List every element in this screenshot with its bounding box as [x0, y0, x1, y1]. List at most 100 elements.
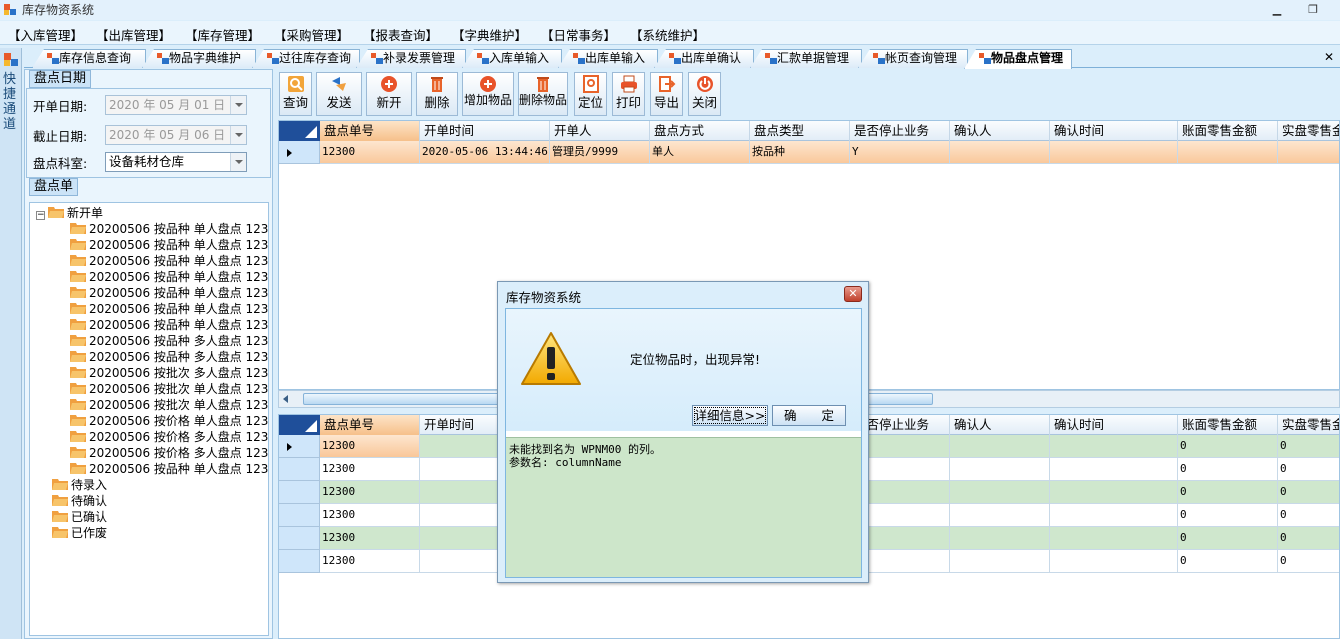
toolbar-add-item-button[interactable]: 增加物品	[462, 72, 514, 116]
table-cell[interactable]: 12300	[320, 527, 420, 550]
tree-node[interactable]: 已确认	[52, 509, 107, 525]
table-cell[interactable]	[950, 141, 1050, 164]
tree-node[interactable]: 已作废	[52, 525, 107, 541]
tree-node[interactable]: 待录入	[52, 477, 107, 493]
row-header[interactable]	[279, 527, 320, 550]
tree-item[interactable]: 20200506 按价格 多人盘点 12314	[70, 429, 268, 445]
table-cell[interactable]: 0	[1278, 435, 1339, 458]
tree-item[interactable]: 20200506 按价格 多人盘点 12315	[70, 445, 268, 461]
table-cell[interactable]: 0	[1178, 435, 1278, 458]
toolbar-trash-button[interactable]: 删除	[416, 72, 458, 116]
column-header[interactable]: 确认时间	[1050, 415, 1178, 435]
close-tab-icon[interactable]: ✕	[1324, 50, 1334, 64]
tree-item[interactable]: 20200506 按品种 单人盘点 12317	[70, 461, 268, 477]
table-cell[interactable]	[1050, 458, 1178, 481]
table-cell[interactable]: 0	[1178, 504, 1278, 527]
toolbar-locate-button[interactable]: 定位	[574, 72, 607, 116]
table-cell[interactable]: 12300	[320, 141, 420, 164]
tab-outbound-entry[interactable]: 出库单输入	[558, 49, 658, 68]
restore-button[interactable]: ❐	[1302, 1, 1324, 18]
column-header[interactable]: 实盘零售金	[1278, 415, 1339, 435]
menu-inbound[interactable]: 【入库管理】	[8, 25, 83, 44]
table-row[interactable]: 12300 2020-05-06 13:44:46 管理员/9999 单人 按品种 Y	[279, 141, 1339, 164]
tab-outbound-confirm[interactable]: 出库单确认	[654, 49, 754, 68]
toolbar-delete-item-button[interactable]: 删除物品	[518, 72, 568, 116]
table-cell[interactable]: Y	[850, 141, 950, 164]
table-cell[interactable]	[950, 458, 1050, 481]
column-header[interactable]: 盘点方式	[650, 121, 750, 141]
tab-inventory-query[interactable]: 库存信息查询	[32, 49, 146, 68]
minimize-button[interactable]: ▁	[1266, 1, 1288, 18]
toolbar-add-button[interactable]: 新开	[366, 72, 412, 116]
table-cell[interactable]: 管理员/9999	[550, 141, 650, 164]
tree-item[interactable]: 20200506 按价格 单人盘点 12313	[70, 413, 268, 429]
tree-item[interactable]: 20200506 按品种 单人盘点 12304	[70, 285, 268, 301]
table-cell[interactable]: 12300	[320, 481, 420, 504]
dialog-close-button[interactable]: ✕	[844, 286, 862, 302]
start-date-picker[interactable]: 2020 年 05 月 01 日	[105, 95, 247, 115]
table-cell[interactable]	[950, 527, 1050, 550]
toolbar-export-button[interactable]: 导出	[650, 72, 683, 116]
menu-dictionary[interactable]: 【字典维护】	[452, 25, 527, 44]
table-cell[interactable]	[1178, 141, 1278, 164]
column-header[interactable]: 是否停止业务	[850, 121, 950, 141]
tree-node-new[interactable]: − 新开单	[36, 205, 103, 221]
table-cell[interactable]: 12300	[320, 458, 420, 481]
tab-stocktake[interactable]: 物品盘点管理	[964, 49, 1072, 69]
details-button[interactable]: 详细信息>>	[692, 405, 768, 426]
column-header[interactable]: 盘点类型	[750, 121, 850, 141]
tree-item[interactable]: 20200506 按品种 单人盘点 12306	[70, 317, 268, 333]
table-cell[interactable]: 按品种	[750, 141, 850, 164]
table-cell[interactable]: 0	[1278, 527, 1339, 550]
row-header[interactable]	[279, 504, 320, 527]
table-cell[interactable]	[950, 504, 1050, 527]
tree-item[interactable]: 20200506 按批次 单人盘点 12311	[70, 381, 268, 397]
tree-node[interactable]: 待确认	[52, 493, 107, 509]
menu-reports[interactable]: 【报表查询】	[363, 25, 438, 44]
start-date-dropdown[interactable]	[230, 96, 246, 114]
tree-item[interactable]: 20200506 按品种 单人盘点 12302	[70, 253, 268, 269]
tree-item[interactable]: 20200506 按品种 多人盘点 12308	[70, 349, 268, 365]
table-cell[interactable]	[1050, 550, 1178, 573]
tab-remittance[interactable]: 汇款单据管理	[750, 49, 862, 68]
table-cell[interactable]	[1050, 481, 1178, 504]
row-header[interactable]	[279, 550, 320, 573]
column-header[interactable]: 账面零售金额	[1178, 415, 1278, 435]
table-cell[interactable]	[1278, 141, 1339, 164]
end-date-picker[interactable]: 2020 年 05 月 06 日	[105, 125, 247, 145]
table-cell[interactable]: 0	[1178, 458, 1278, 481]
table-cell[interactable]: 12300	[320, 504, 420, 527]
table-cell[interactable]	[950, 481, 1050, 504]
table-cell[interactable]: 0	[1278, 550, 1339, 573]
table-cell[interactable]	[1050, 527, 1178, 550]
table-cell[interactable]	[950, 435, 1050, 458]
menu-daily[interactable]: 【日常事务】	[541, 25, 616, 44]
column-header[interactable]: 盘点单号	[320, 121, 420, 141]
table-cell[interactable]: 0	[1278, 481, 1339, 504]
toolbar-search-button[interactable]: 查询	[279, 72, 312, 116]
toolbar-power-button[interactable]: 关闭	[688, 72, 721, 116]
column-header[interactable]: 确认人	[950, 415, 1050, 435]
row-header[interactable]	[279, 141, 320, 164]
toolbar-send-button[interactable]: 发送	[316, 72, 362, 116]
column-header[interactable]: 盘点单号	[320, 415, 420, 435]
table-cell[interactable]: 12300	[320, 550, 420, 573]
table-cell[interactable]: 0	[1178, 550, 1278, 573]
table-cell[interactable]	[950, 550, 1050, 573]
column-header[interactable]: 开单时间	[420, 121, 550, 141]
menu-inventory[interactable]: 【库存管理】	[185, 25, 260, 44]
tab-invoice-supplement[interactable]: 补录发票管理	[356, 49, 466, 68]
tree-item[interactable]: 20200506 按批次 多人盘点 12309	[70, 365, 268, 381]
end-date-dropdown[interactable]	[230, 126, 246, 144]
tree-item[interactable]: 20200506 按品种 单人盘点 12301	[70, 237, 268, 253]
row-header[interactable]	[279, 435, 320, 458]
table-cell[interactable]: 单人	[650, 141, 750, 164]
table-cell[interactable]	[1050, 504, 1178, 527]
table-cell[interactable]: 0	[1278, 504, 1339, 527]
table-cell[interactable]	[1050, 141, 1178, 164]
dept-select[interactable]: 设备耗材仓库	[105, 152, 247, 172]
column-header[interactable]: 确认时间	[1050, 121, 1178, 141]
row-header[interactable]	[279, 481, 320, 504]
table-cell[interactable]: 0	[1178, 527, 1278, 550]
ok-button[interactable]: 确 定	[772, 405, 846, 426]
